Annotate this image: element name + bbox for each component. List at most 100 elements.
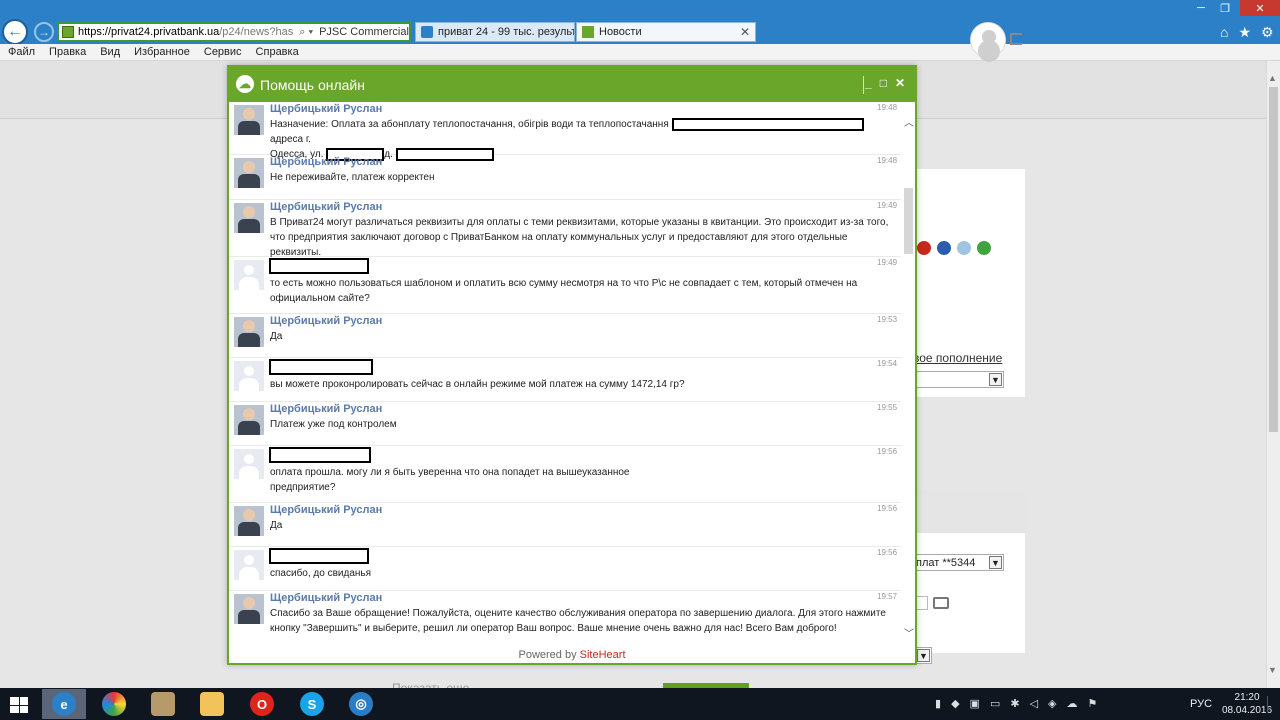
menu-tools[interactable]: Сервис bbox=[204, 46, 242, 58]
volume-icon[interactable]: ◁ bbox=[1030, 697, 1038, 710]
taskbar-app-button[interactable] bbox=[141, 689, 185, 719]
minimize-window-button[interactable]: ─ bbox=[1190, 0, 1212, 16]
scroll-down-icon[interactable]: ▼ bbox=[1268, 665, 1277, 675]
signal-icon[interactable]: ▮ bbox=[935, 697, 941, 710]
card-select[interactable]: плат **5344 ▼ bbox=[912, 554, 1004, 571]
battery-icon[interactable]: ▭ bbox=[990, 697, 1000, 710]
chat-message: 19:54 вы можете проконролировать сейчас … bbox=[229, 358, 901, 402]
chat-message: Щербицький Руслан 19:49 В Приват24 могут… bbox=[229, 200, 901, 258]
back-button[interactable]: ← bbox=[2, 19, 28, 45]
message-text: Да bbox=[270, 331, 283, 342]
side-panel-lower bbox=[905, 533, 1025, 653]
menu-favorites[interactable]: Избранное bbox=[134, 46, 190, 58]
card-select-value: плат **5344 bbox=[916, 556, 976, 569]
chat-message: 19:56 спасибо, до свиданья bbox=[229, 547, 901, 591]
bluetooth-icon[interactable]: ✱ bbox=[1010, 697, 1019, 710]
close-tab-icon[interactable]: ✕ bbox=[740, 25, 750, 39]
taskbar-app-button[interactable]: S bbox=[290, 689, 334, 719]
url-path: /p24/news?has bbox=[219, 26, 294, 38]
taskbar-app-button[interactable]: ◎ bbox=[339, 689, 383, 719]
chevron-down-icon[interactable]: ﹀ bbox=[904, 625, 914, 640]
browser-titlebar: ← → https://privat24.privatbank.ua /p24/… bbox=[0, 0, 1280, 45]
logout-icon[interactable] bbox=[1010, 33, 1022, 45]
message-text: то есть можно пользоваться шаблоном и оп… bbox=[270, 278, 858, 304]
client-avatar bbox=[234, 260, 264, 290]
cloud-icon[interactable]: ☁ bbox=[1067, 697, 1078, 710]
sender-name: Щербицький Руслан bbox=[270, 201, 383, 213]
credit-card-icon[interactable] bbox=[933, 597, 949, 609]
topup-link[interactable]: вое пополнение bbox=[913, 351, 1002, 365]
opera-icon: O bbox=[250, 692, 274, 716]
show-desktop-button[interactable] bbox=[1267, 696, 1276, 712]
folder-icon bbox=[200, 692, 224, 716]
taskbar-app-button[interactable] bbox=[92, 689, 136, 719]
network-icon[interactable]: ◆ bbox=[951, 697, 959, 710]
address-bar[interactable]: https://privat24.privatbank.ua /p24/news… bbox=[57, 22, 411, 42]
taskbar-ie-button[interactable]: e bbox=[42, 689, 86, 719]
chat-close-button[interactable]: ✕ bbox=[895, 76, 905, 90]
shield-icon[interactable]: ◈ bbox=[1048, 697, 1056, 710]
windows-start-icon[interactable] bbox=[10, 697, 28, 713]
language-indicator[interactable]: РУС bbox=[1190, 698, 1212, 710]
chat-scrollbar-thumb[interactable] bbox=[904, 188, 913, 254]
blue-logo-icon[interactable] bbox=[937, 241, 951, 255]
home-icon[interactable]: ⌂ bbox=[1220, 24, 1228, 41]
menu-file[interactable]: Файл bbox=[8, 46, 35, 58]
app-tray-icon[interactable]: ▣ bbox=[970, 697, 980, 710]
user-avatar[interactable] bbox=[970, 22, 1006, 58]
client-avatar bbox=[234, 361, 264, 391]
chat-minimize-button[interactable]: _ bbox=[865, 76, 872, 90]
message-text: Платеж уже под контролем bbox=[270, 419, 397, 430]
search-dropdown-icon[interactable]: ⌕ ▾ bbox=[299, 26, 313, 39]
scrollbar-thumb[interactable] bbox=[1269, 87, 1278, 432]
message-text-part: Назначение: Оплата за абонплату теплопос… bbox=[270, 119, 669, 130]
operator-avatar bbox=[234, 105, 264, 135]
chat-scrollbar[interactable]: ︿ ﹀ bbox=[902, 102, 915, 647]
client-avatar bbox=[234, 550, 264, 580]
chat-message: Щербицький Руслан 19:53 Да bbox=[229, 314, 901, 358]
siteheart-link[interactable]: SiteHeart bbox=[580, 649, 626, 661]
system-tray: ▮ ◆ ▣ ▭ ✱ ◁ ◈ ☁ ⚑ bbox=[935, 697, 1097, 710]
scroll-up-icon[interactable]: ▲ bbox=[1268, 73, 1277, 83]
chat-logo-icon: ☁ bbox=[236, 75, 254, 93]
tab-news[interactable]: Новости ✕ bbox=[576, 22, 756, 42]
message-text: вы можете проконролировать сейчас в онла… bbox=[270, 379, 685, 390]
operator-avatar bbox=[234, 203, 264, 233]
message-text-part: адреса г. bbox=[270, 134, 312, 145]
tab-search[interactable]: приват 24 - 99 тыс. результат... bbox=[415, 22, 575, 42]
message-time: 19:56 bbox=[877, 548, 898, 557]
cloud-logo-icon[interactable] bbox=[957, 241, 971, 255]
close-window-button[interactable]: ✕ bbox=[1240, 0, 1280, 16]
page-scrollbar[interactable]: ▲ ▼ bbox=[1266, 61, 1280, 688]
taskbar-clock[interactable]: 21:20 08.04.2016 bbox=[1222, 691, 1272, 717]
site-favicon-icon bbox=[582, 26, 594, 38]
taskbar-app-button[interactable] bbox=[190, 689, 234, 719]
redacted-client-name bbox=[269, 548, 369, 564]
menu-bar: Файл Правка Вид Избранное Сервис Справка bbox=[0, 44, 1280, 61]
tab-label: приват 24 - 99 тыс. результат... bbox=[438, 26, 574, 38]
settings-gear-icon[interactable]: ⚙ bbox=[1261, 24, 1274, 41]
menu-edit[interactable]: Правка bbox=[49, 46, 86, 58]
tab-label: Новости bbox=[599, 26, 642, 38]
maximize-window-button[interactable]: ❐ bbox=[1214, 0, 1236, 16]
red-logo-icon[interactable] bbox=[917, 241, 931, 255]
photos-icon bbox=[102, 692, 126, 716]
menu-help[interactable]: Справка bbox=[256, 46, 299, 58]
menu-view[interactable]: Вид bbox=[100, 46, 120, 58]
select-dropdown[interactable]: ▼ bbox=[912, 371, 1004, 388]
chat-maximize-button[interactable]: □ bbox=[880, 76, 887, 90]
redacted-block bbox=[671, 117, 864, 131]
chat-message: Щербицький Руслан 19:48 Не переживайте, … bbox=[229, 155, 901, 200]
flag-icon[interactable]: ⚑ bbox=[1088, 697, 1098, 710]
certificate-label[interactable]: PJSC Commercial ... bbox=[319, 26, 409, 38]
favorites-star-icon[interactable]: ★ bbox=[1238, 24, 1251, 41]
chat-message-list[interactable]: Щербицький Руслан 19:48 Назначение: Опла… bbox=[229, 102, 901, 647]
message-time: 19:56 bbox=[877, 447, 898, 456]
clock-date: 08.04.2016 bbox=[1222, 705, 1273, 716]
message-time: 19:48 bbox=[877, 103, 898, 112]
chat-title: Помощь онлайн bbox=[260, 77, 365, 93]
forward-button[interactable]: → bbox=[34, 22, 54, 42]
chevron-up-icon[interactable]: ︿ bbox=[904, 114, 914, 129]
taskbar-app-button[interactable]: O bbox=[240, 689, 284, 719]
globe-icon[interactable] bbox=[977, 241, 991, 255]
